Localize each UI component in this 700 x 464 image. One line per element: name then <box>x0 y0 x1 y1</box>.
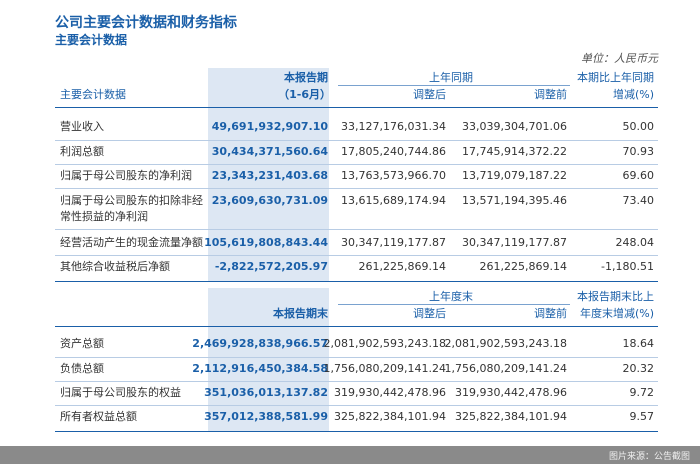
row-label: 营业收入 <box>60 120 104 133</box>
row-current: 49,691,932,907.10 <box>211 120 328 133</box>
row-label: 利润总额 <box>60 145 104 158</box>
row-before: 2,081,902,593,243.18 <box>444 337 567 350</box>
row-adjusted: 13,615,689,174.94 <box>341 194 446 207</box>
header2-change: 本报告期末比上 <box>577 290 654 303</box>
row-label: 资产总额 <box>60 337 104 350</box>
row-label: 归属于母公司股东的权益 <box>60 386 181 399</box>
row-current: 351,036,013,137.82 <box>204 386 328 399</box>
row-change: 20.32 <box>622 362 655 375</box>
unit-label: 单位：人民币元 <box>581 52 658 65</box>
header2-change-percent: 年度末增减(%) <box>579 307 654 320</box>
header-change-percent: 增减(%) <box>612 88 654 101</box>
row-adjusted: 17,805,240,744.86 <box>341 145 446 158</box>
row-current: 357,012,388,581.99 <box>204 410 328 423</box>
table2-header-divider <box>55 326 658 327</box>
table2-row-divider <box>55 405 658 406</box>
row-change: 9.57 <box>629 410 655 423</box>
row-change: 9.72 <box>629 386 655 399</box>
row-before: 325,822,384,101.94 <box>455 410 567 423</box>
header2-prior-year-end: 上年度末 <box>429 290 473 303</box>
header2-group-line <box>338 304 570 305</box>
header-group-line <box>338 85 570 86</box>
image-source-caption: 图片来源：公告截图 <box>608 452 690 462</box>
header-change: 本期比上年同期 <box>577 71 654 84</box>
row-change: 69.60 <box>622 169 655 182</box>
footer-bar: 图片来源：公告截图 <box>0 446 700 464</box>
table1-row-divider <box>55 164 658 165</box>
row-label-continued: 常性损益的净利润 <box>60 210 148 223</box>
table1-row-divider <box>55 255 658 256</box>
row-before: 33,039,304,701.06 <box>462 120 567 133</box>
section-subtitle: 主要会计数据 <box>55 33 128 47</box>
row-change: -1,180.51 <box>601 260 654 273</box>
header-current-period-range: （1-6月） <box>278 88 331 101</box>
row-adjusted: 261,225,869.14 <box>358 260 446 273</box>
table1-row-divider <box>55 188 658 189</box>
table1-row-divider <box>55 229 658 230</box>
row-adjusted: 30,347,119,177.87 <box>341 236 446 249</box>
row-before: 30,347,119,177.87 <box>462 236 567 249</box>
row-label: 归属于母公司股东的净利润 <box>60 169 192 182</box>
row-change: 50.00 <box>622 120 655 133</box>
row-adjusted: 33,127,176,031.34 <box>341 120 446 133</box>
row-current: 2,112,916,450,384.58 <box>192 362 328 375</box>
row-current: 23,343,231,403.68 <box>211 169 328 182</box>
header-current-period: 本报告期 <box>284 71 328 84</box>
row-current: 23,609,630,731.09 <box>211 194 328 207</box>
row-adjusted: 1,756,080,209,141.24 <box>323 362 446 375</box>
table1-bottom-line <box>55 281 658 282</box>
row-label: 其他综合收益税后净额 <box>60 260 170 273</box>
page-title: 公司主要会计数据和财务指标 <box>55 15 237 31</box>
row-label: 所有者权益总额 <box>60 410 137 423</box>
row-change: 248.04 <box>615 236 655 249</box>
row-adjusted: 13,763,573,966.70 <box>341 169 446 182</box>
row-current: 105,619,808,843.44 <box>204 236 328 249</box>
header-before-adjust: 调整前 <box>534 88 567 101</box>
table1-row-divider <box>55 140 658 141</box>
row-label: 经营活动产生的现金流量净额 <box>60 236 203 249</box>
row-label: 负债总额 <box>60 362 104 375</box>
row-before: 1,756,080,209,141.24 <box>444 362 567 375</box>
row-label: 归属于母公司股东的扣除非经 <box>60 194 203 207</box>
row-before: 13,719,079,187.22 <box>462 169 567 182</box>
row-change: 18.64 <box>622 337 655 350</box>
row-before: 319,930,442,478.96 <box>455 386 567 399</box>
row-current: 30,434,371,560.64 <box>211 145 328 158</box>
header2-before-adjust: 调整前 <box>534 307 567 320</box>
header-adjusted: 调整后 <box>413 88 446 101</box>
header-item: 主要会计数据 <box>60 88 126 101</box>
header-prior-period: 上年同期 <box>429 71 473 84</box>
row-before: 261,225,869.14 <box>479 260 567 273</box>
header2-current: 本报告期末 <box>273 307 328 320</box>
row-before: 17,745,914,372.22 <box>462 145 567 158</box>
row-adjusted: 2,081,902,593,243.18 <box>323 337 446 350</box>
header2-adjusted: 调整后 <box>413 307 446 320</box>
table1-header-divider <box>55 107 658 108</box>
table2-row-divider <box>55 357 658 358</box>
row-adjusted: 325,822,384,101.94 <box>334 410 446 423</box>
table2-bottom-line <box>55 431 658 432</box>
table2-row-divider <box>55 381 658 382</box>
row-adjusted: 319,930,442,478.96 <box>334 386 446 399</box>
row-before: 13,571,194,395.46 <box>462 194 567 207</box>
row-current: 2,469,928,838,966.57 <box>192 337 328 350</box>
row-current: -2,822,572,205.97 <box>214 260 328 273</box>
row-change: 73.40 <box>622 194 655 207</box>
row-change: 70.93 <box>622 145 655 158</box>
